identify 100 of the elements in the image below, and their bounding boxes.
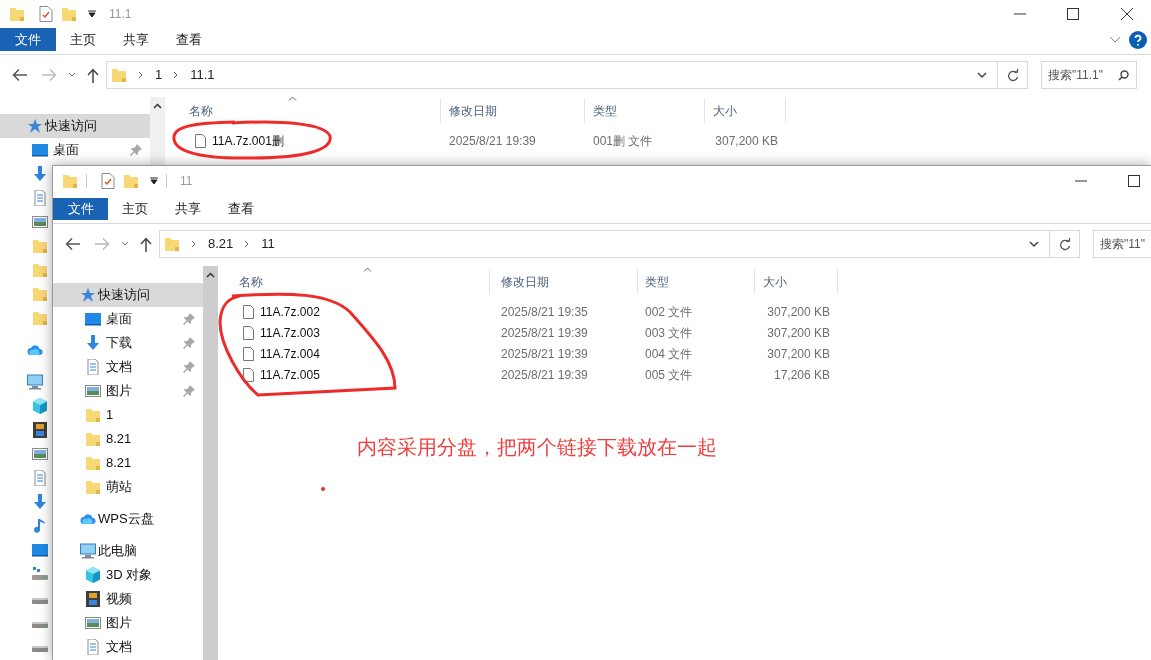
checkmark-document-icon[interactable] [39,6,53,22]
scroll-up-icon[interactable] [153,103,162,109]
film-icon [32,422,48,438]
folder-icon [85,431,101,447]
table-cell-text: 307,200 KB [767,345,830,363]
ribbon-tab[interactable]: 查看 [214,198,267,220]
table-cell-text: 2025/8/21 19:39 [501,366,588,384]
column-header[interactable]: 大小 [705,98,786,123]
nav-item[interactable]: 1 [106,405,114,425]
network-drive-icon [32,566,48,582]
nav-item[interactable]: 视频 [106,589,132,609]
document-icon [85,359,101,375]
table-cell-text: 307,200 KB [715,133,778,150]
ribbon-tab[interactable]: 共享 [109,28,162,51]
file-menu-button[interactable]: 文件 [53,198,108,220]
checkmark-document-icon[interactable] [101,173,115,189]
nav-item[interactable]: 下载 [106,333,132,353]
picture-icon [85,615,101,631]
ribbon-tab[interactable]: 主页 [108,198,161,220]
download-arrow-icon [32,494,48,510]
search-field[interactable]: 搜索"11.1" [1041,61,1137,89]
nav-item[interactable]: 8.21 [106,453,132,473]
up-arrow-icon[interactable] [139,236,152,252]
folder-icon [163,236,180,252]
nav-item[interactable]: 快速访问 [53,283,203,307]
chevron-down-icon[interactable] [977,71,987,79]
file-menu-button[interactable]: 文件 [0,28,56,51]
nav-item[interactable]: 桌面 [53,140,79,160]
computer-icon [27,374,43,390]
file-name[interactable]: 11A.7z.003 [260,323,320,342]
nav-item[interactable]: 图片 [106,381,132,401]
nav-item[interactable]: 8.21 [106,429,132,449]
address-bar[interactable]: 8.21 11 [158,230,1050,258]
folder-icon [62,173,78,189]
column-header[interactable]: 名称 [218,269,490,294]
search-field[interactable]: 搜索"11" [1093,230,1151,258]
separator [86,174,87,188]
ink-dot [321,487,325,491]
breadcrumb-item[interactable]: 11 [261,234,275,254]
picture-icon [85,383,101,399]
file-name[interactable]: 11A.7z.004 [260,344,320,363]
nav-item[interactable]: 文档 [106,637,132,657]
chevron-down-icon[interactable] [120,241,129,247]
file-name[interactable]: 11A.7z.005 [260,365,320,384]
refresh-button[interactable] [1050,230,1080,258]
nav-item[interactable]: WPS云盘 [53,507,203,531]
ribbon-tab[interactable]: 查看 [162,28,215,51]
chevron-right-icon [244,240,250,248]
close-icon[interactable] [1121,8,1133,20]
column-header[interactable]: 修改日期 [441,98,585,123]
chevron-down-icon[interactable] [68,72,76,78]
nav-item[interactable]: 快速访问 [0,114,150,138]
maximize-icon[interactable] [1128,175,1140,187]
chevron-right-icon [173,71,179,79]
column-header[interactable]: 类型 [585,98,705,123]
dropdown-arrow-icon[interactable] [150,177,158,185]
help-icon[interactable] [1129,30,1147,49]
scroll-up-icon[interactable] [206,272,215,278]
cube-icon [85,567,101,583]
nav-item[interactable]: 文档 [106,357,132,377]
breadcrumb-item[interactable]: 11.1 [190,65,215,85]
separator [166,174,167,188]
cloud-icon [27,342,43,358]
column-header[interactable]: 修改日期 [490,269,638,294]
computer-icon [80,543,96,559]
refresh-button[interactable] [998,61,1028,89]
star-icon [80,287,96,303]
scrollbar[interactable] [203,266,218,660]
file-name[interactable]: 11A.7z.001删 [212,132,284,150]
nav-item[interactable]: 图片 [106,613,132,633]
chevron-down-icon[interactable] [1029,240,1039,248]
column-header[interactable]: 名称 [165,98,441,123]
film-icon [85,591,101,607]
column-header[interactable]: 类型 [638,269,755,294]
cloud-icon [80,511,96,527]
back-arrow-icon[interactable] [12,68,28,82]
breadcrumb-item[interactable]: 1 [155,65,163,85]
search-icon [1118,69,1129,81]
desktop-icon [85,311,101,327]
maximize-icon[interactable] [1067,8,1079,20]
nav-item[interactable]: 此电脑 [53,539,203,563]
nav-item[interactable]: 萌站 [106,477,132,497]
nav-item[interactable]: 3D 对象 [106,565,153,585]
breadcrumb-item[interactable]: 8.21 [207,234,234,254]
refresh-icon [1006,68,1019,82]
address-bar[interactable]: 1 11.1 [106,61,998,89]
column-header[interactable]: 大小 [755,269,838,294]
nav-item[interactable]: 桌面 [106,309,132,329]
desktop-icon [32,542,48,558]
up-arrow-icon[interactable] [87,67,99,83]
document-icon [32,190,48,206]
dropdown-arrow-icon[interactable] [88,10,96,18]
download-arrow-icon [85,335,101,351]
back-arrow-icon[interactable] [65,237,81,251]
file-name[interactable]: 11A.7z.002 [260,302,320,321]
ribbon-tab[interactable]: 共享 [161,198,214,220]
scrollbar[interactable] [150,97,165,166]
ribbon-tab[interactable]: 主页 [56,28,109,51]
chevron-right-icon [138,71,143,79]
folder-icon [9,6,25,22]
